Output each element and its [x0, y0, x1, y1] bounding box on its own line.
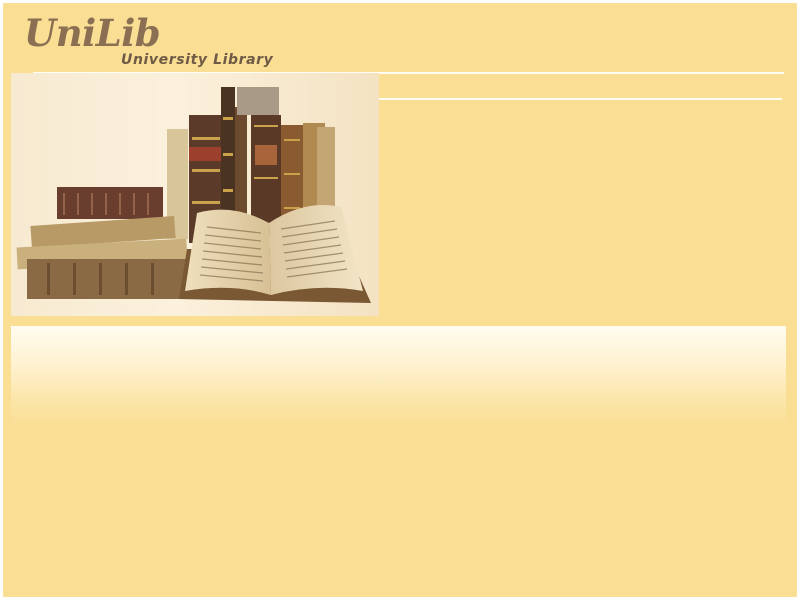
- hero-books-image: [11, 73, 379, 316]
- stacked-books: [16, 187, 188, 299]
- page: UniLib University Library: [0, 0, 800, 600]
- site-logo: UniLib: [24, 11, 161, 55]
- content-fade-band: [11, 326, 786, 426]
- open-book: [179, 205, 371, 303]
- site-subtitle: University Library: [121, 52, 274, 68]
- books-illustration: [16, 87, 371, 303]
